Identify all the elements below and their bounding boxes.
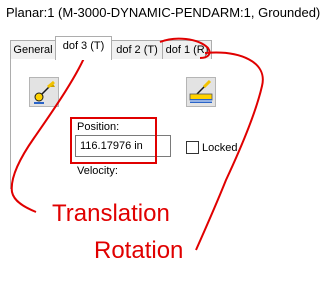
dof-1-circle-stroke — [159, 37, 211, 59]
translation-annotation: Translation — [52, 200, 170, 227]
tab-dof-3[interactable]: dof 3 (T) — [55, 36, 112, 60]
rotation-pointer-stroke — [195, 51, 264, 251]
translation-pointer-stroke — [10, 50, 88, 213]
position-highlight-box — [70, 117, 157, 164]
rotation-annotation: Rotation — [94, 237, 184, 264]
tab-dof-3-label: dof 3 (T) — [62, 40, 105, 52]
